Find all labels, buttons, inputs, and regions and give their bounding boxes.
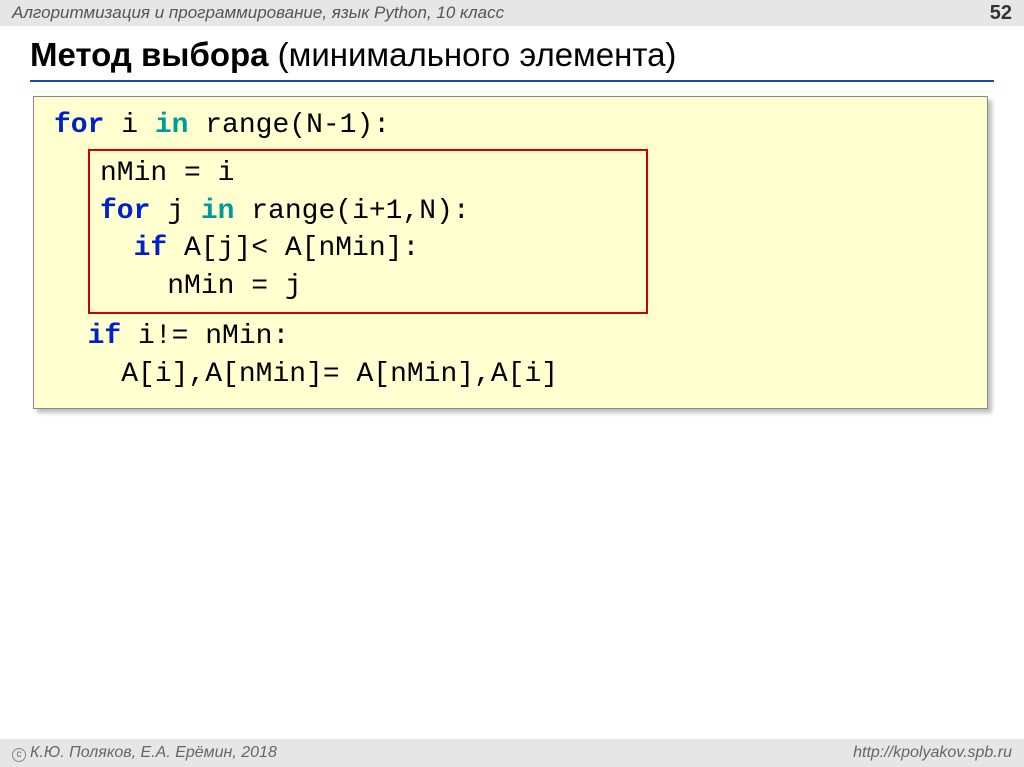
kw-if-outer: if: [88, 321, 122, 352]
title-rest: (минимального элемента): [269, 36, 677, 73]
code-line-after-2: A[i],A[nMin]= A[nMin],A[i]: [54, 356, 967, 394]
kw-for: for: [54, 110, 104, 141]
code-line-1: for i in range(N-1):: [54, 107, 967, 145]
kw-for-inner: for: [100, 196, 150, 227]
inner-line-4: nMin = j: [100, 268, 636, 306]
code-line-after-1: if i!= nMin:: [54, 318, 967, 356]
footer-authors: cК.Ю. Поляков, Е.А. Ерёмин, 2018: [12, 744, 277, 762]
page-number: 52: [990, 2, 1012, 25]
inner-line-2: for j in range(i+1,N):: [100, 193, 636, 231]
kw-if-inner: if: [134, 233, 168, 264]
code-block: for i in range(N-1): nMin = i for j in r…: [33, 96, 988, 409]
title-bold: Метод выбора: [30, 36, 269, 73]
copyright-icon: c: [12, 748, 26, 762]
kw-in-inner: in: [201, 196, 235, 227]
header-subject: Алгоритмизация и программирование, язык …: [12, 3, 504, 23]
inner-line-1: nMin = i: [100, 155, 636, 193]
inner-line-3: if A[j]< A[nMin]:: [100, 230, 636, 268]
header-bar: Алгоритмизация и программирование, язык …: [0, 0, 1024, 26]
kw-in: in: [155, 110, 189, 141]
inner-code-box: nMin = i for j in range(i+1,N): if A[j]<…: [88, 149, 648, 314]
slide-title: Метод выбора (минимального элемента): [30, 36, 994, 82]
footer-bar: cК.Ю. Поляков, Е.А. Ерёмин, 2018 http://…: [0, 739, 1024, 767]
footer-url: http://kpolyakov.spb.ru: [853, 744, 1012, 762]
